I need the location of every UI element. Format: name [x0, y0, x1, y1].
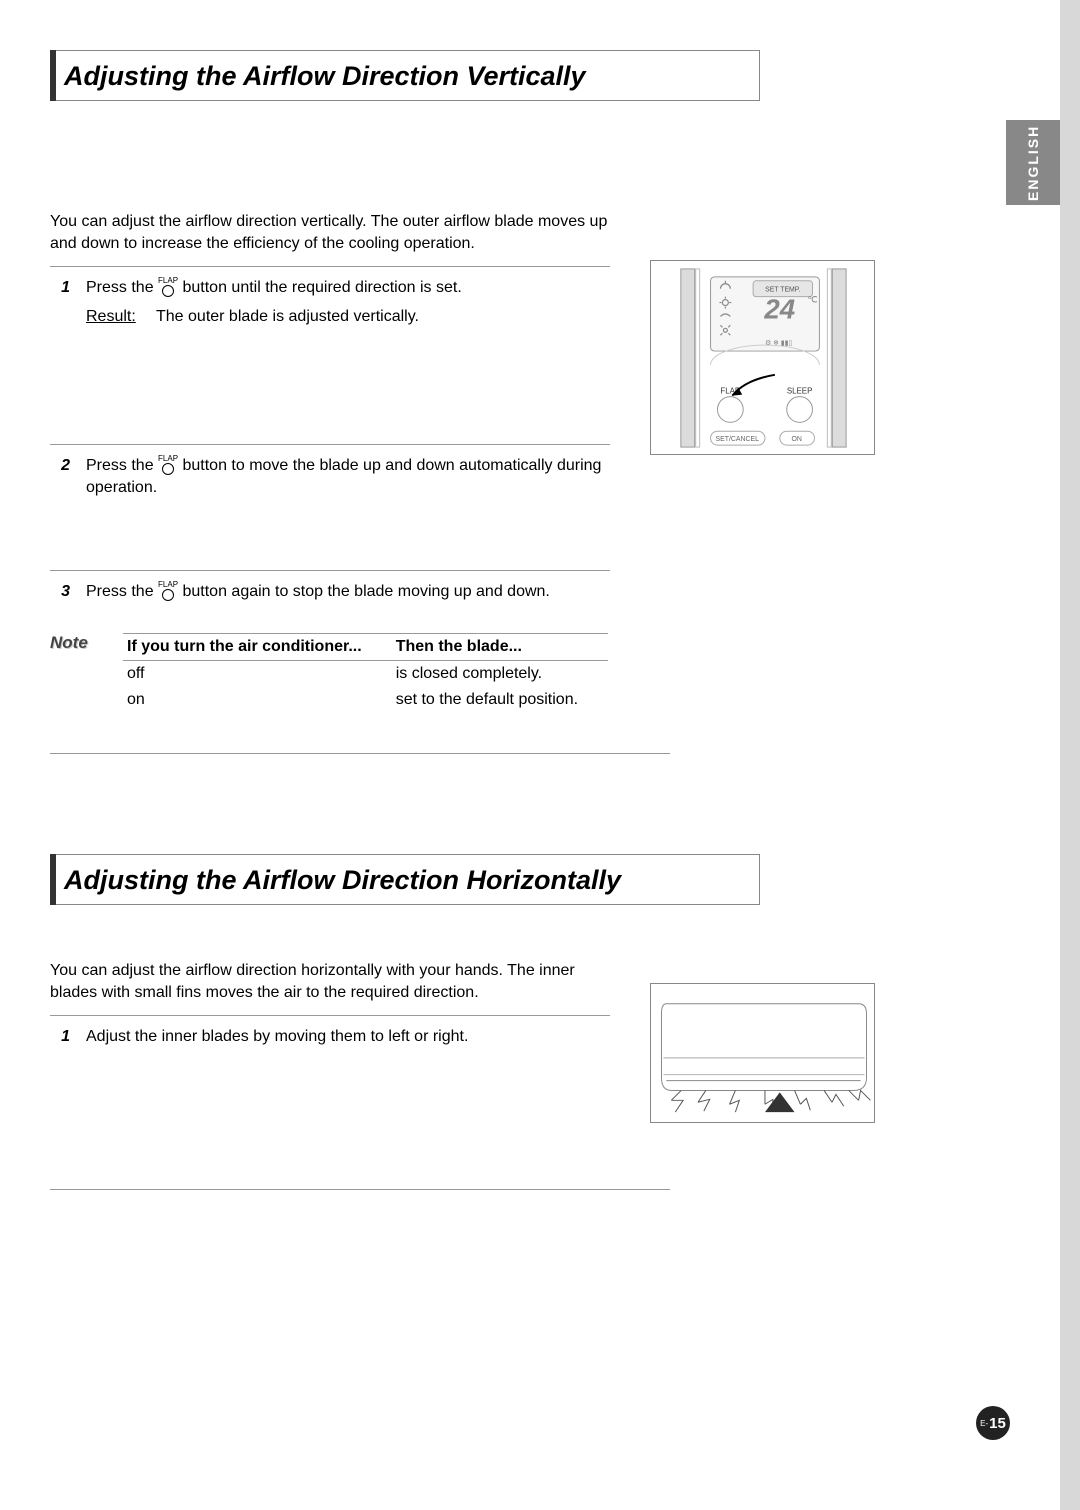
note-label: Note — [50, 633, 105, 653]
step-text: button again to stop the blade moving up… — [182, 583, 549, 600]
table-row: on set to the default position. — [123, 687, 608, 713]
step-text: button until the required direction is s… — [182, 279, 461, 296]
table-row: off is closed completely. — [123, 661, 608, 688]
flap-button-icon: FLAP — [158, 583, 178, 601]
step-row: 1 Adjust the inner blades by moving them… — [50, 1016, 610, 1058]
section-title-horizontal: Adjusting the Airflow Direction Horizont… — [50, 854, 760, 905]
flap-button-icon: FLAP — [158, 457, 178, 475]
section2-intro: You can adjust the airflow direction hor… — [50, 960, 610, 1016]
step-number: 2 — [50, 455, 70, 500]
result-label: Result: — [86, 306, 142, 328]
note-table: If you turn the air conditioner... Then … — [123, 633, 608, 713]
step-row: 3 Press the FLAP button again to stop th… — [50, 571, 610, 613]
step-text: Adjust the inner blades by moving them t… — [86, 1026, 610, 1048]
remote-control-figure: SET TEMP. 24 ℃ ⚙ ❄ ▮▮▯ FLAP SLEEP — [650, 260, 875, 455]
section1-intro: You can adjust the airflow direction ver… — [50, 211, 610, 267]
step-text: Press the — [86, 457, 158, 474]
note-block: Note If you turn the air conditioner... … — [50, 633, 670, 754]
language-tab: ENGLISH — [1006, 120, 1060, 205]
step-text: Press the — [86, 279, 158, 296]
table-header: Then the blade... — [392, 634, 608, 661]
step-text: Press the — [86, 583, 158, 600]
step-number: 1 — [50, 277, 70, 328]
ac-unit-figure — [650, 983, 875, 1123]
svg-text:SLEEP: SLEEP — [787, 387, 813, 396]
flap-button-icon: FLAP — [158, 279, 178, 297]
table-header: If you turn the air conditioner... — [123, 634, 392, 661]
svg-text:℃: ℃ — [808, 295, 818, 305]
svg-text:ON: ON — [791, 436, 801, 443]
step-number: 1 — [50, 1026, 70, 1048]
step-body: Press the FLAP button to move the blade … — [86, 455, 610, 500]
manual-page: ENGLISH Adjusting the Airflow Direction … — [0, 0, 1060, 1510]
svg-text:24: 24 — [763, 293, 795, 324]
step-body: Press the FLAP button again to stop the … — [86, 581, 610, 603]
step-row: 2 Press the FLAP button to move the blad… — [50, 445, 610, 510]
svg-text:SET/CANCEL: SET/CANCEL — [716, 436, 760, 443]
section-title-vertical: Adjusting the Airflow Direction Vertical… — [50, 50, 760, 101]
step-number: 3 — [50, 581, 70, 603]
page-number: E-15 — [976, 1406, 1010, 1440]
step-body: Press the FLAP button until the required… — [86, 277, 610, 328]
step-row: 1 Press the FLAP button until the requir… — [50, 267, 610, 328]
result-text: The outer blade is adjusted vertically. — [156, 306, 419, 328]
